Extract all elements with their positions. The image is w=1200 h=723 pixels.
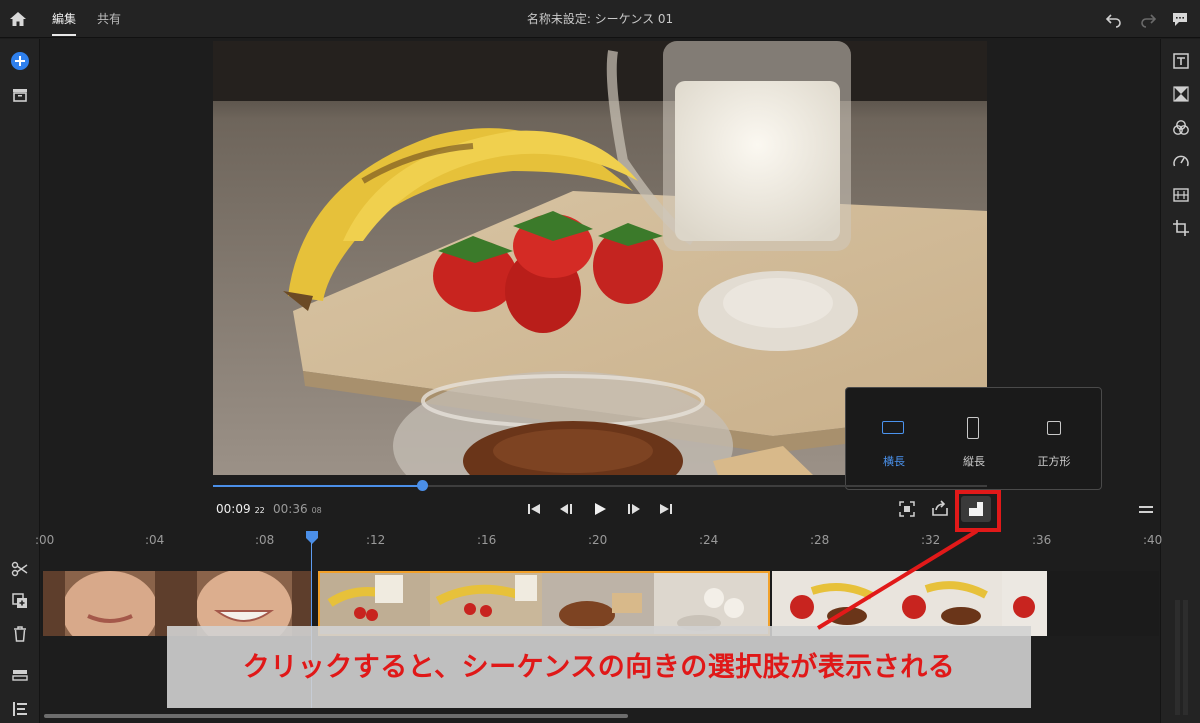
track-height-icon[interactable] xyxy=(10,665,30,685)
portrait-icon xyxy=(967,417,979,439)
crop-icon[interactable] xyxy=(1171,218,1191,238)
timeline-ruler[interactable]: :00 :04 :08 :12 :16 :20 :24 :28 :32 :36 … xyxy=(35,528,1163,550)
color-icon[interactable] xyxy=(1171,118,1191,138)
duration-timecode: 00:36 08 xyxy=(273,502,322,516)
duration-time: 00:36 xyxy=(273,502,308,516)
right-toolbar xyxy=(1160,39,1200,723)
highlight-box xyxy=(955,490,1001,532)
ruler-tick: :20 xyxy=(588,533,608,547)
timeline-horizontal-scrollbar[interactable] xyxy=(44,714,628,718)
annotation-text: クリックすると、シーケンスの向きの選択肢が表示される xyxy=(242,652,956,683)
export-frame-icon[interactable] xyxy=(930,499,950,519)
ruler-tick: :16 xyxy=(477,533,497,547)
ruler-tick: :32 xyxy=(921,533,941,547)
feedback-icon[interactable] xyxy=(1170,9,1190,29)
ruler-tick: :08 xyxy=(255,533,275,547)
orientation-option-landscape[interactable]: 横長 xyxy=(854,388,934,489)
fit-frame-icon[interactable] xyxy=(897,499,917,519)
audio-icon[interactable] xyxy=(1171,185,1191,205)
ruler-tick: :04 xyxy=(145,533,165,547)
orientation-option-portrait[interactable]: 縦長 xyxy=(934,388,1014,489)
current-frame: 22 xyxy=(254,506,265,515)
ruler-tick: :28 xyxy=(810,533,830,547)
ruler-tick: :24 xyxy=(699,533,719,547)
scrub-handle[interactable] xyxy=(417,480,428,491)
go-to-start-icon[interactable] xyxy=(524,499,544,519)
step-back-icon[interactable] xyxy=(557,499,577,519)
undo-icon[interactable] xyxy=(1104,9,1124,29)
add-icon[interactable] xyxy=(10,51,30,71)
top-bar: 編集 共有 名称未設定: シーケンス 01 xyxy=(0,0,1200,38)
redo-icon[interactable] xyxy=(1138,9,1158,29)
ruler-tick: :36 xyxy=(1032,533,1052,547)
current-timecode: 00:09 22 xyxy=(216,502,265,516)
audio-meter xyxy=(1175,600,1188,715)
square-icon xyxy=(1047,421,1061,435)
orientation-option-label: 縦長 xyxy=(963,455,985,468)
orientation-option-label: 正方形 xyxy=(1037,455,1071,468)
playback-progress-fill xyxy=(213,485,422,487)
landscape-icon xyxy=(882,421,904,434)
titles-icon[interactable] xyxy=(1171,51,1191,71)
scissors-icon[interactable] xyxy=(10,559,30,579)
step-forward-icon[interactable] xyxy=(623,499,643,519)
trash-icon[interactable] xyxy=(10,624,30,644)
track-menu-icon[interactable] xyxy=(1136,499,1156,519)
duplicate-icon[interactable] xyxy=(10,591,30,611)
speed-icon[interactable] xyxy=(1171,151,1191,171)
playhead-handle[interactable] xyxy=(305,530,319,544)
ruler-tick: :40 xyxy=(1143,533,1163,547)
go-to-end-icon[interactable] xyxy=(656,499,676,519)
current-time: 00:09 xyxy=(216,502,251,516)
play-icon[interactable] xyxy=(590,499,610,519)
media-bin-icon[interactable] xyxy=(10,85,30,105)
orientation-option-label: 横長 xyxy=(883,455,905,468)
active-tab-indicator xyxy=(52,34,76,36)
ruler-tick: :12 xyxy=(366,533,386,547)
ruler-tick: :00 xyxy=(35,533,55,547)
orientation-option-square[interactable]: 正方形 xyxy=(1014,388,1094,489)
list-icon[interactable] xyxy=(10,699,30,719)
orientation-menu: 横長 縦長 正方形 xyxy=(845,387,1102,490)
transitions-icon[interactable] xyxy=(1171,84,1191,104)
duration-frame: 08 xyxy=(311,506,322,515)
document-title: 名称未設定: シーケンス 01 xyxy=(526,12,674,26)
left-toolbar xyxy=(0,39,40,723)
